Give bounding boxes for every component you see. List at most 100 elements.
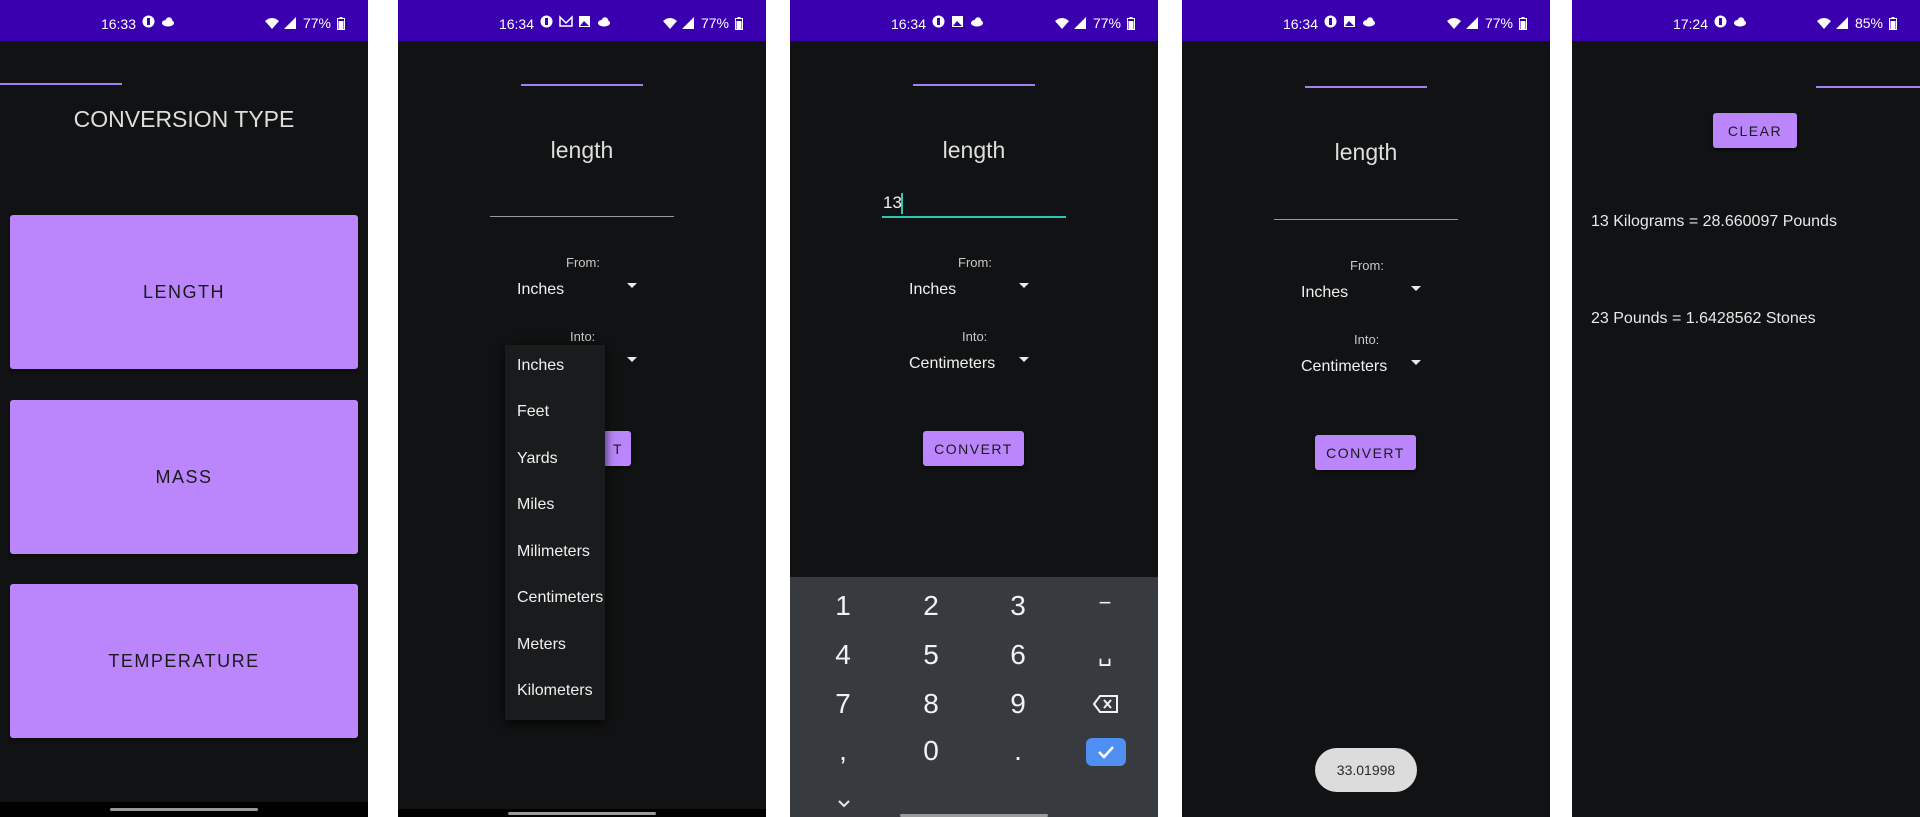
image-icon <box>1343 15 1356 28</box>
into-spinner[interactable]: Centimeters <box>1301 358 1387 376</box>
status-bar: 17:24 85% <box>1572 0 1920 41</box>
key-0[interactable]: 0 <box>901 735 961 767</box>
tab-indicator <box>1816 86 1920 88</box>
temperature-button[interactable]: TEMPERATURE <box>10 584 358 738</box>
result-entry: 13 Kilograms = 28.660097 Pounds <box>1591 213 1837 230</box>
app-notification-icon <box>1714 15 1727 28</box>
key-space[interactable]: ␣ <box>1075 641 1135 667</box>
into-dropdown-arrow[interactable] <box>627 357 637 362</box>
option-miles[interactable]: Miles <box>517 496 554 514</box>
status-time: 17:24 <box>1672 16 1708 32</box>
convert-button-label: T <box>612 440 623 457</box>
key-7[interactable]: 7 <box>813 688 873 720</box>
cloud-icon <box>597 15 610 28</box>
value-input[interactable] <box>490 216 674 217</box>
from-spinner[interactable]: Inches <box>517 281 564 299</box>
screen-conversion-type: 16:33 77% CONVERSION TYPE LENGTH MASS TE… <box>0 0 368 817</box>
result-entry: 23 Pounds = 1.6428562 Stones <box>1591 310 1816 327</box>
status-time: 16:33 <box>100 16 136 32</box>
cloud-icon <box>161 15 174 28</box>
option-milimeters[interactable]: Milimeters <box>517 543 590 561</box>
status-time: 16:34 <box>1282 16 1318 32</box>
clear-button[interactable]: CLEAR <box>1713 113 1797 148</box>
into-dropdown-arrow[interactable] <box>1019 357 1029 362</box>
navigation-bar <box>398 809 766 817</box>
convert-button[interactable]: CONVERT <box>1315 435 1416 470</box>
signal-icon <box>1073 16 1087 30</box>
result-toast: 33.01998 <box>1315 748 1417 792</box>
option-inches[interactable]: Inches <box>517 357 564 375</box>
key-period[interactable]: . <box>988 735 1048 767</box>
chevron-down-icon[interactable] <box>837 795 851 813</box>
battery-icon <box>337 16 350 30</box>
page-title: length <box>1334 139 1398 165</box>
into-label: Into: <box>570 329 596 344</box>
key-3[interactable]: 3 <box>988 590 1048 622</box>
option-centimeters[interactable]: Centimeters <box>517 589 603 607</box>
home-handle[interactable] <box>110 808 258 811</box>
key-1[interactable]: 1 <box>813 590 873 622</box>
image-icon <box>578 15 591 28</box>
status-time: 16:34 <box>498 16 534 32</box>
app-notification-icon <box>1324 15 1337 28</box>
mass-button[interactable]: MASS <box>10 400 358 554</box>
page-title: CONVERSION TYPE <box>73 106 295 132</box>
wifi-icon <box>662 17 677 30</box>
tab-indicator <box>0 83 122 85</box>
tab-indicator <box>913 84 1035 86</box>
key-comma[interactable]: , <box>813 735 873 767</box>
status-bar: 16:34 77% <box>1182 0 1550 41</box>
cloud-icon <box>970 15 983 28</box>
key-8[interactable]: 8 <box>901 688 961 720</box>
from-dropdown-arrow[interactable] <box>1019 283 1029 288</box>
from-dropdown-arrow[interactable] <box>627 283 637 288</box>
battery-icon <box>1889 16 1902 30</box>
page-title: length <box>942 137 1006 163</box>
key-6[interactable]: 6 <box>988 639 1048 671</box>
screen-length-result: 16:34 77% length From: Inches Into: Cent… <box>1182 0 1550 817</box>
text-cursor <box>901 193 903 214</box>
battery-percent: 77% <box>1092 15 1121 31</box>
tab-indicator <box>521 84 643 86</box>
battery-percent: 77% <box>302 15 331 31</box>
key-2[interactable]: 2 <box>901 590 961 622</box>
mail-icon <box>559 15 573 28</box>
battery-icon <box>1127 16 1140 30</box>
into-label: Into: <box>962 329 988 344</box>
from-spinner[interactable]: Inches <box>909 281 956 299</box>
key-4[interactable]: 4 <box>813 639 873 671</box>
key-minus[interactable]: − <box>1075 590 1135 616</box>
cloud-icon <box>1362 15 1375 28</box>
app-notification-icon <box>932 15 945 28</box>
length-button[interactable]: LENGTH <box>10 215 358 369</box>
key-5[interactable]: 5 <box>901 639 961 671</box>
wifi-icon <box>264 17 279 30</box>
from-dropdown-arrow[interactable] <box>1411 286 1421 291</box>
done-check-icon[interactable] <box>1086 738 1126 766</box>
value-input[interactable] <box>882 216 1066 218</box>
option-meters[interactable]: Meters <box>517 636 566 654</box>
convert-button[interactable]: CONVERT <box>923 431 1024 466</box>
into-label: Into: <box>1354 332 1380 347</box>
home-handle[interactable] <box>508 812 656 815</box>
battery-percent: 77% <box>1484 15 1513 31</box>
value-input[interactable] <box>1274 219 1458 220</box>
status-bar: 16:33 77% <box>0 0 368 41</box>
status-time: 16:34 <box>890 16 926 32</box>
app-notification-icon <box>142 15 155 28</box>
from-label: From: <box>566 255 600 270</box>
numeric-keyboard: 1 2 3 − 4 5 6 ␣ 7 8 9 , 0 . <box>790 577 1158 817</box>
tab-indicator <box>1305 86 1427 88</box>
option-kilometers[interactable]: Kilometers <box>517 682 593 700</box>
key-9[interactable]: 9 <box>988 688 1048 720</box>
backspace-icon[interactable] <box>1092 695 1118 718</box>
into-spinner[interactable]: Centimeters <box>909 355 995 373</box>
from-spinner[interactable]: Inches <box>1301 284 1348 302</box>
option-feet[interactable]: Feet <box>517 403 549 421</box>
signal-icon <box>1835 16 1849 30</box>
option-yards[interactable]: Yards <box>517 450 558 468</box>
from-label: From: <box>1350 258 1384 273</box>
image-icon <box>951 15 964 28</box>
into-dropdown-arrow[interactable] <box>1411 360 1421 365</box>
value-input-text[interactable]: 13 <box>883 193 902 213</box>
